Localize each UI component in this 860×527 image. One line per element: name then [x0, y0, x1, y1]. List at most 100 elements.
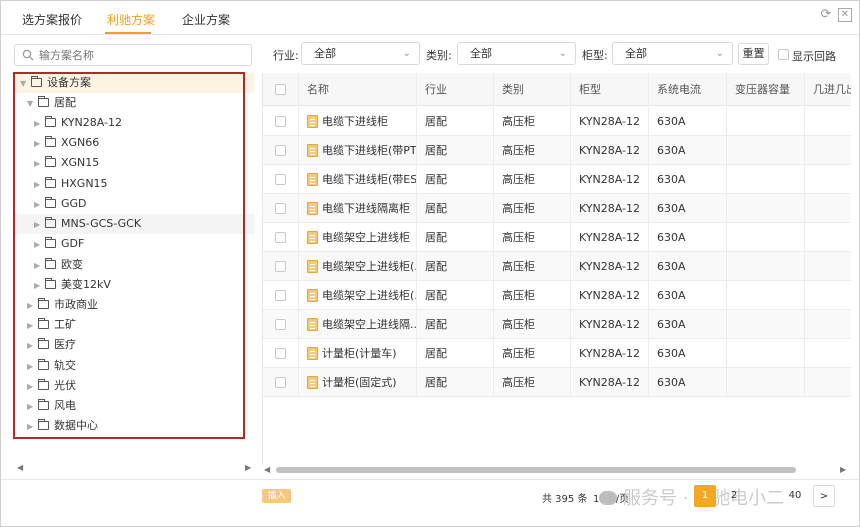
row-checkbox[interactable]: [275, 232, 286, 243]
tree-node-root[interactable]: ▼ 设备方案: [20, 73, 91, 93]
row-checkbox[interactable]: [275, 145, 286, 156]
cabinet-select[interactable]: 全部 ⌄: [612, 42, 733, 65]
scroll-right-arrow-icon[interactable]: ▶: [245, 463, 251, 473]
cell-category: 高压柜: [494, 339, 571, 368]
next-page-button[interactable]: >: [813, 485, 835, 507]
row-checkbox[interactable]: [275, 261, 286, 272]
show-loop-checkbox[interactable]: [778, 49, 789, 60]
tree-node-xgn15[interactable]: ▶ XGN15: [34, 153, 99, 173]
refresh-icon[interactable]: ⟳: [819, 8, 833, 22]
tree-node-ggd[interactable]: ▶ GGD: [34, 194, 87, 214]
table-row[interactable]: 电缆下进线柜(带ES) 居配 高压柜 KYN28A-12 630A: [263, 165, 851, 194]
industry-select[interactable]: 全部 ⌄: [301, 42, 420, 65]
scroll-left-arrow-icon[interactable]: ◀: [17, 463, 23, 473]
row-checkbox-cell: [263, 281, 299, 310]
page-last-button[interactable]: 40: [784, 485, 806, 507]
document-icon: [307, 231, 318, 244]
scheme-tree: ▼ 设备方案 ▼ 居配 ▶ KYN28A-12 ▶ XGN66 ▶ XGN15 ▶ HXGN…: [14, 73, 254, 465]
caret-down-icon[interactable]: ▼: [27, 94, 35, 114]
scroll-right-arrow-icon[interactable]: ▶: [840, 465, 846, 475]
col-cabinet[interactable]: 柜型: [571, 73, 649, 106]
col-current[interactable]: 系统电流: [649, 73, 727, 106]
row-checkbox[interactable]: [275, 290, 286, 301]
tab-select-quote[interactable]: 选方案报价: [22, 11, 82, 28]
document-icon: [307, 144, 318, 157]
tree-node-municipal[interactable]: ▶ 市政商业: [27, 295, 98, 315]
row-checkbox[interactable]: [275, 174, 286, 185]
row-checkbox[interactable]: [275, 319, 286, 330]
dialog-window: 选方案报价 利驰方案 企业方案 ⟳ ✕ ▼设备方案 ▼居配 ▶KYN28A-12…: [0, 0, 860, 527]
scheme-search-box[interactable]: [14, 44, 252, 66]
page-1-button[interactable]: 1: [694, 485, 716, 507]
table-row[interactable]: 电缆架空上进线柜 居配 高压柜 KYN28A-12 630A: [263, 223, 851, 252]
caret-right-icon[interactable]: ▶: [27, 336, 35, 356]
tab-enterprise-scheme[interactable]: 企业方案: [182, 11, 230, 28]
row-checkbox[interactable]: [275, 377, 286, 388]
tree-node-wind[interactable]: ▶ 风电: [27, 396, 76, 416]
caret-right-icon[interactable]: ▶: [27, 417, 35, 437]
caret-right-icon[interactable]: ▶: [34, 175, 42, 195]
search-input[interactable]: [39, 47, 244, 63]
close-icon[interactable]: ✕: [838, 8, 852, 22]
table-row[interactable]: 计量柜(固定式) 居配 高压柜 KYN28A-12 630A: [263, 368, 851, 397]
row-checkbox[interactable]: [275, 116, 286, 127]
tree-node-oubian[interactable]: ▶ 欧变: [34, 255, 83, 275]
table-row[interactable]: 电缆架空上进线柜(... 居配 高压柜 KYN28A-12 630A: [263, 281, 851, 310]
caret-right-icon[interactable]: ▶: [34, 276, 42, 296]
table-horizontal-scrollbar[interactable]: ◀ ▶: [262, 465, 851, 475]
row-checkbox[interactable]: [275, 348, 286, 359]
col-name[interactable]: 名称: [299, 73, 417, 106]
col-transformer[interactable]: 变压器容量: [727, 73, 805, 106]
caret-right-icon[interactable]: ▶: [34, 114, 42, 134]
tree-node-meibian[interactable]: ▶ 美变12kV: [34, 275, 111, 295]
scrollbar-thumb[interactable]: [276, 467, 796, 473]
select-all-checkbox[interactable]: [275, 84, 286, 95]
table-row[interactable]: 电缆下进线隔离柜 居配 高压柜 KYN28A-12 630A: [263, 194, 851, 223]
tab-lichi-scheme[interactable]: 利驰方案: [107, 11, 155, 28]
reset-button[interactable]: 重置: [738, 43, 769, 65]
row-name-text: 电缆架空上进线柜: [322, 231, 410, 244]
caret-right-icon[interactable]: ▶: [34, 256, 42, 276]
table-row[interactable]: 电缆架空上进线隔... 居配 高压柜 KYN28A-12 630A: [263, 310, 851, 339]
caret-right-icon[interactable]: ▶: [27, 296, 35, 316]
tree-node-gdf[interactable]: ▶ GDF: [34, 234, 84, 254]
caret-right-icon[interactable]: ▶: [27, 357, 35, 377]
caret-right-icon[interactable]: ▶: [27, 316, 35, 336]
tree-node-industrial[interactable]: ▶ 工矿: [27, 315, 76, 335]
caret-down-icon[interactable]: ▼: [20, 74, 28, 94]
table-row[interactable]: 电缆下进线柜 居配 高压柜 KYN28A-12 630A: [263, 107, 851, 136]
table-row[interactable]: 计量柜(计量车) 居配 高压柜 KYN28A-12 630A: [263, 339, 851, 368]
table-row[interactable]: 电缆架空上进线柜(... 居配 高压柜 KYN28A-12 630A: [263, 252, 851, 281]
col-in-out[interactable]: 几进几出: [805, 73, 851, 106]
page-2-button[interactable]: 2: [723, 485, 745, 507]
col-industry[interactable]: 行业: [417, 73, 494, 106]
insert-button[interactable]: 插入: [262, 489, 291, 503]
folder-icon: [45, 258, 56, 269]
tree-node-jupei[interactable]: ▼ 居配: [27, 93, 76, 113]
tree-node-hxgn15[interactable]: ▶ HXGN15: [34, 174, 108, 194]
tree-node-pv[interactable]: ▶ 光伏: [27, 376, 76, 396]
tree-node-rail[interactable]: ▶ 轨交: [27, 356, 76, 376]
caret-right-icon[interactable]: ▶: [34, 215, 42, 235]
tree-node-medical[interactable]: ▶ 医疗: [27, 335, 76, 355]
tree-node-kyn28a[interactable]: ▶ KYN28A-12: [34, 113, 122, 133]
tree-node-datacenter[interactable]: ▶ 数据中心: [27, 416, 98, 436]
caret-right-icon[interactable]: ▶: [27, 397, 35, 417]
category-select[interactable]: 全部 ⌄: [457, 42, 576, 65]
cell-cabinet: KYN28A-12: [571, 165, 649, 194]
cell-category: 高压柜: [494, 165, 571, 194]
tree-node-xgn66[interactable]: ▶ XGN66: [34, 133, 99, 153]
caret-right-icon[interactable]: ▶: [34, 154, 42, 174]
tree-node-mns-gcs-gck[interactable]: ▶ MNS-GCS-GCK: [34, 214, 141, 234]
document-icon: [307, 260, 318, 273]
scroll-left-arrow-icon[interactable]: ◀: [264, 465, 270, 475]
row-checkbox[interactable]: [275, 203, 286, 214]
col-category[interactable]: 类别: [494, 73, 571, 106]
caret-right-icon[interactable]: ▶: [27, 377, 35, 397]
caret-right-icon[interactable]: ▶: [34, 235, 42, 255]
caret-right-icon[interactable]: ▶: [34, 134, 42, 154]
caret-right-icon[interactable]: ▶: [34, 195, 42, 215]
cell-transformer: [727, 165, 805, 194]
table-row[interactable]: 电缆下进线柜(带PT... 居配 高压柜 KYN28A-12 630A: [263, 136, 851, 165]
chevron-down-icon: ⌄: [558, 48, 567, 59]
